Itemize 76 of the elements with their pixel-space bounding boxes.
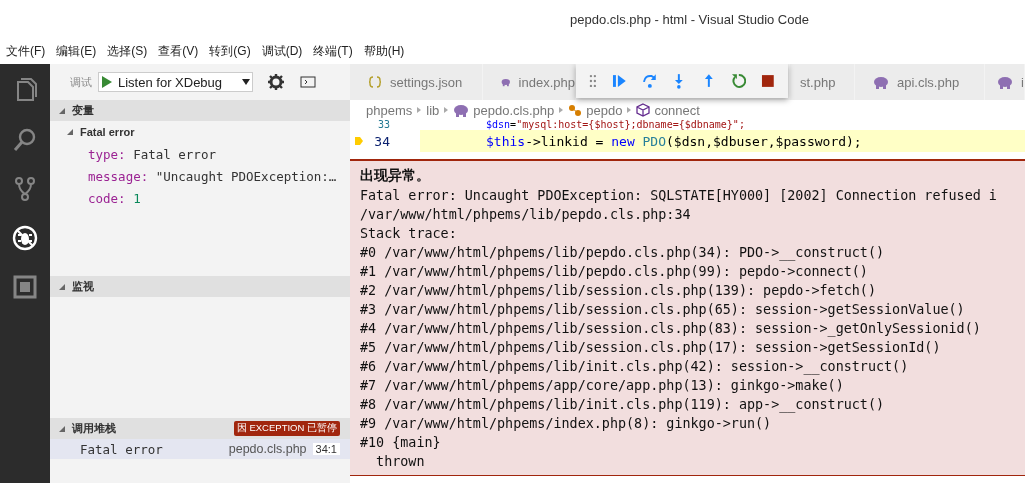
exception-line: #5 /var/www/html/phpems/lib/session.cls.php(17): session->getSessionId() — [360, 339, 942, 357]
menu-item[interactable]: 帮助(H) — [363, 42, 405, 60]
line-number: 33 — [377, 120, 390, 130]
menu-item[interactable]: 文件(F) — [6, 42, 46, 60]
editor-tab[interactable]: index.php — [483, 64, 576, 100]
exception-line: #0 /var/www/html/phpems/lib/pepdo.cls.php(34): PDO->__construct() — [360, 244, 886, 262]
menu-item[interactable]: 终端(T) — [313, 42, 353, 60]
variable-entry[interactable]: code: 1 — [88, 190, 141, 206]
scope-label[interactable]: Fatal error — [80, 126, 135, 138]
exception-line: #9 /var/www/html/phpems/index.php(8): ginkgo->run() — [360, 415, 773, 433]
editor-tab[interactable]: i — [985, 64, 1025, 100]
debug-label: 调试 — [70, 74, 92, 90]
exception-line: #10 {main} — [360, 434, 442, 452]
variable-entry[interactable]: type: Fatal error — [88, 146, 216, 162]
branch-icon[interactable] — [12, 176, 38, 202]
code-line: $this->linkid = new PDO($dsn,$dbuser,$password); — [485, 133, 862, 149]
drag-handle-icon[interactable] — [588, 73, 598, 89]
breadcrumb-item[interactable]: pepdo.cls.php — [453, 102, 555, 118]
breakpoint-arrow-icon — [354, 136, 365, 146]
section-header[interactable]: 调用堆栈 因 EXCEPTION 已暂停 — [50, 418, 350, 439]
exception-line: Stack trace: — [360, 225, 458, 243]
stop-icon[interactable] — [760, 73, 777, 89]
editor-tab[interactable]: st.php — [790, 64, 855, 100]
exception-title: 出现异常。 — [360, 167, 431, 185]
elephant-icon — [997, 75, 1013, 89]
editor-tab[interactable]: settings.json — [350, 64, 483, 100]
elephant-icon — [873, 75, 889, 89]
paused-badge: 因 EXCEPTION 已暂停 — [233, 421, 340, 436]
search-icon[interactable] — [12, 127, 38, 153]
restart-icon[interactable] — [730, 73, 747, 89]
breadcrumb-item[interactable]: pepdo — [568, 102, 623, 118]
exception-line: #2 /var/www/html/phpems/lib/session.cls.php(139): pepdo->fetch() — [360, 282, 877, 300]
extensions-icon[interactable] — [12, 274, 38, 300]
configuration-dropdown[interactable]: Listen for XDebug — [98, 72, 253, 92]
class-icon — [568, 103, 583, 117]
exception-line: Fatal error: Uncaught PDOException: SQLSTATE[HY000] [2002] Connection refused i — [360, 187, 998, 205]
expand-icon[interactable] — [58, 106, 66, 115]
exception-line: thrown — [375, 453, 426, 471]
elephant-icon — [453, 103, 470, 117]
exception-line: #1 /var/www/html/phpems/lib/pepdo.cls.php(99): pepdo->connect() — [360, 263, 869, 281]
exception-line: #7 /var/www/html/phpems/app/core/app.php(13): ginkgo->make() — [360, 377, 845, 395]
cube-icon — [636, 103, 651, 117]
editor-tab[interactable]: api.cls.php — [855, 64, 985, 100]
bug-icon[interactable] — [12, 225, 38, 251]
braces-icon — [368, 75, 382, 89]
code-line: $dsn="mysql:host={$host};dbname={$dbname}"; — [485, 120, 745, 130]
exception-line: #8 /var/www/html/phpems/lib/init.cls.php(119): app->__construct() — [360, 396, 886, 414]
exception-line: /var/www/html/phpems/lib/pepdo.cls.php:34 — [360, 206, 692, 224]
section-header[interactable]: 变量 — [50, 100, 350, 121]
frame-name: Fatal error — [80, 441, 163, 457]
menu-item[interactable]: 选择(S) — [107, 42, 148, 60]
exception-line: #6 /var/www/html/phpems/lib/init.cls.php(42): session->__construct() — [360, 358, 910, 376]
frame-position: 34:1 — [312, 443, 340, 455]
exception-line: #3 /var/www/html/phpems/lib/session.cls.php(65): session->getSessionValue() — [360, 301, 966, 319]
frame-file: pepdo.cls.php — [228, 442, 307, 456]
caret-icon — [240, 77, 252, 87]
variable-entry[interactable]: message: "Uncaught PDOException:… — [88, 168, 337, 184]
expand-icon[interactable] — [58, 424, 66, 433]
settings-icon[interactable] — [267, 73, 285, 91]
exception-line: #4 /var/www/html/phpems/lib/session.cls.php(83): session->_getOnlySessionid() — [360, 320, 982, 338]
console-icon[interactable] — [299, 73, 317, 91]
menu-item[interactable]: 查看(V) — [158, 42, 199, 60]
stack-frame[interactable]: Fatal error pepdo.cls.php 34:1 — [50, 439, 350, 459]
menu-item[interactable]: 转到(G) — [209, 42, 251, 60]
continue-icon[interactable] — [611, 73, 628, 89]
expand-icon[interactable] — [58, 282, 66, 291]
line-number: 34 — [374, 133, 390, 149]
menu-item[interactable]: 编辑(E) — [56, 42, 97, 60]
expand-icon[interactable] — [66, 128, 74, 136]
breadcrumb-item[interactable]: connect — [636, 102, 700, 118]
breadcrumb-item[interactable]: phpems — [366, 102, 413, 118]
step-over-icon[interactable] — [641, 73, 658, 89]
section-header[interactable]: 监视 — [50, 276, 350, 297]
menu-item[interactable]: 调试(D) — [261, 42, 303, 60]
window-title: pepdo.cls.php - html - Visual Studio Code — [570, 11, 809, 27]
breadcrumb-item[interactable]: lib — [426, 102, 440, 118]
